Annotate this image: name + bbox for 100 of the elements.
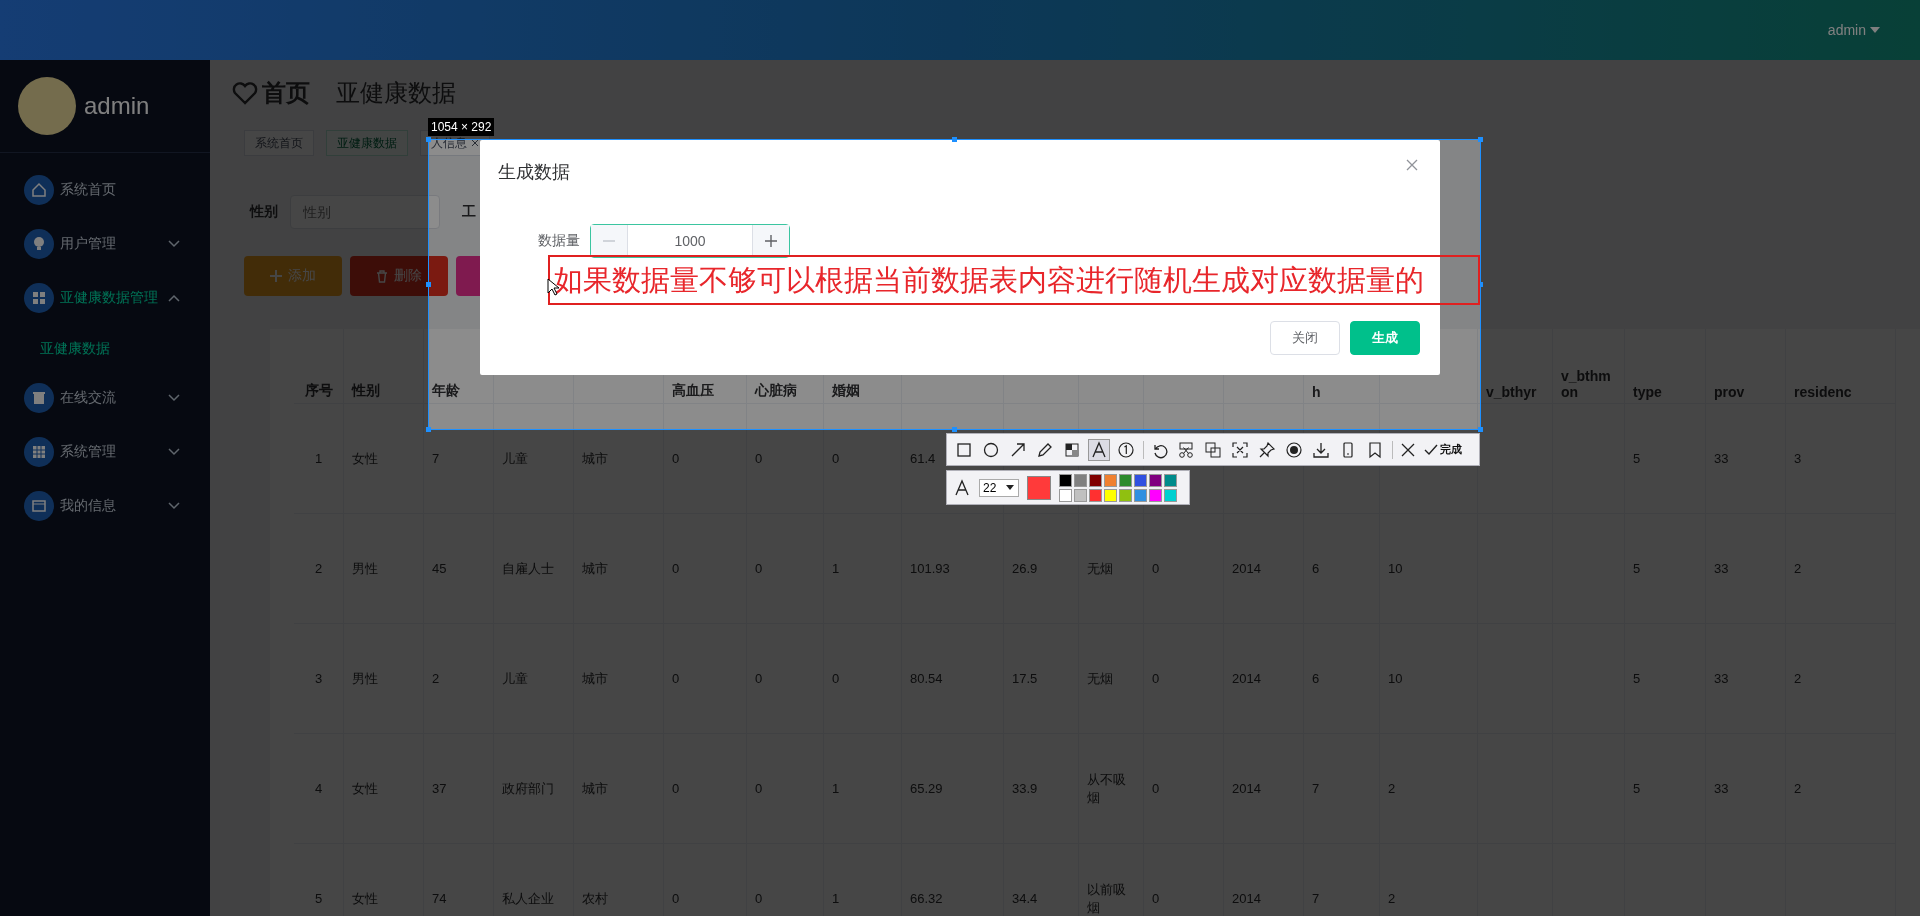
column-header: residenc	[1786, 329, 1896, 404]
table-cell: 2014	[1224, 624, 1304, 734]
color-swatch[interactable]	[1149, 488, 1162, 502]
table-cell: 0	[747, 514, 824, 624]
text-icon	[953, 478, 971, 497]
table-cell: 0	[747, 734, 824, 844]
chevron-icon	[168, 294, 180, 302]
table-cell: 城市	[574, 514, 664, 624]
dialog-title: 生成数据	[498, 161, 570, 184]
resize-handle[interactable]	[426, 137, 431, 142]
color-swatch[interactable]	[1104, 488, 1117, 502]
table-cell: 2014	[1224, 844, 1304, 916]
color-swatch[interactable]	[1074, 473, 1087, 487]
table-cell: 5	[1625, 624, 1706, 734]
table-cell: 0	[747, 404, 824, 514]
color-swatch[interactable]	[1164, 473, 1177, 487]
resize-handle[interactable]	[952, 137, 957, 142]
sidebar-item[interactable]: 亚健康数据管理	[0, 271, 210, 325]
table-cell: 2	[1380, 734, 1478, 844]
color-swatch[interactable]	[1104, 473, 1117, 487]
color-swatch[interactable]	[1134, 488, 1147, 502]
table-cell: 0	[747, 624, 824, 734]
chevron-icon	[168, 502, 180, 510]
resize-handle[interactable]	[426, 282, 431, 287]
resize-handle[interactable]	[1478, 137, 1483, 142]
color-swatch[interactable]	[1119, 488, 1132, 502]
table-cell: 私人企业	[494, 844, 574, 916]
table-cell: 34.4	[1004, 844, 1079, 916]
close-button[interactable]: 关闭	[1270, 321, 1340, 355]
sidebar-item[interactable]: 系统管理	[0, 425, 210, 479]
table-cell: 5	[1625, 734, 1706, 844]
table-cell: 33	[1706, 624, 1786, 734]
color-swatch[interactable]	[1119, 473, 1132, 487]
resize-handle[interactable]	[1478, 427, 1483, 432]
minus-icon	[603, 240, 615, 242]
size-label: 1054 × 292	[428, 118, 495, 136]
table-cell: 33	[1706, 404, 1786, 514]
table-cell: 33.9	[1004, 734, 1079, 844]
color-swatch[interactable]	[1164, 488, 1177, 502]
color-swatch[interactable]	[1089, 488, 1102, 502]
table-cell: 2	[1786, 514, 1896, 624]
chevron-icon	[168, 448, 180, 456]
table-cell: 10	[1380, 514, 1478, 624]
table-cell: 0	[747, 844, 824, 916]
table-cell: 26.9	[1004, 514, 1079, 624]
done-button[interactable]: 完成	[1424, 442, 1462, 457]
color-swatch[interactable]	[1134, 473, 1147, 487]
page-tab[interactable]: 亚健康数据	[326, 130, 408, 156]
heart-icon	[232, 81, 258, 105]
resize-handle[interactable]	[952, 427, 957, 432]
generate-button[interactable]: 生成	[1350, 321, 1420, 355]
color-swatch[interactable]	[1059, 473, 1072, 487]
color-swatch[interactable]	[1089, 473, 1102, 487]
text-icon[interactable]	[1088, 438, 1110, 461]
card-icon	[24, 491, 54, 521]
color-swatch[interactable]	[1059, 488, 1072, 502]
font-size-select[interactable]: 22	[979, 478, 1019, 497]
close-icon	[1406, 159, 1418, 171]
table-cell: 1	[824, 844, 902, 916]
selection-frame[interactable]	[428, 139, 1481, 430]
sidebar-subitem[interactable]: 亚健康数据	[0, 325, 210, 371]
table-cell: 6	[1304, 624, 1380, 734]
table-cell: 2	[424, 624, 494, 734]
table-cell: 0	[664, 404, 747, 514]
sidebar-item[interactable]: 我的信息	[0, 479, 210, 533]
sidebar-item[interactable]: 在线交流	[0, 371, 210, 425]
box-icon	[24, 383, 54, 413]
table-cell: 1	[824, 734, 902, 844]
table-cell: 0	[824, 624, 902, 734]
table-cell: 37	[424, 734, 494, 844]
table-cell: 0	[1144, 624, 1224, 734]
table-cell: 2014	[1224, 514, 1304, 624]
resize-handle[interactable]	[426, 427, 431, 432]
column-header: v_bthmon	[1553, 329, 1625, 404]
table-cell: 33	[1706, 734, 1786, 844]
table-cell: 1	[824, 514, 902, 624]
table-cell: 101.93	[902, 514, 1004, 624]
caret-icon	[1870, 27, 1880, 33]
annotation-text: 如果数据量不够可以根据当前数据表内容进行随机生成对应数据量的	[548, 255, 1480, 305]
table-cell: 2014	[1224, 734, 1304, 844]
table-cell: 5	[294, 844, 344, 916]
lightbulb-icon	[24, 229, 54, 259]
number-input[interactable]: 1000	[590, 224, 790, 258]
table-cell: 0	[664, 624, 747, 734]
color-swatch[interactable]	[1149, 473, 1162, 487]
table-cell: 农村	[574, 844, 664, 916]
check-icon	[1424, 443, 1438, 456]
grid-icon	[24, 437, 54, 467]
current-color[interactable]	[1027, 475, 1051, 500]
sidebar-item[interactable]: 系统首页	[0, 163, 210, 217]
table-cell: 3	[294, 624, 344, 734]
table-cell: 3	[1786, 404, 1896, 514]
table-cell: 0	[664, 514, 747, 624]
column-header: v_bthyr	[1478, 329, 1553, 404]
color-swatch[interactable]	[1074, 488, 1087, 502]
user-name[interactable]: admin	[1827, 22, 1866, 38]
table-cell: 0	[1144, 514, 1224, 624]
column-header: prov	[1706, 329, 1786, 404]
sidebar-item[interactable]: 用户管理	[0, 217, 210, 271]
table-cell: 城市	[574, 404, 664, 514]
